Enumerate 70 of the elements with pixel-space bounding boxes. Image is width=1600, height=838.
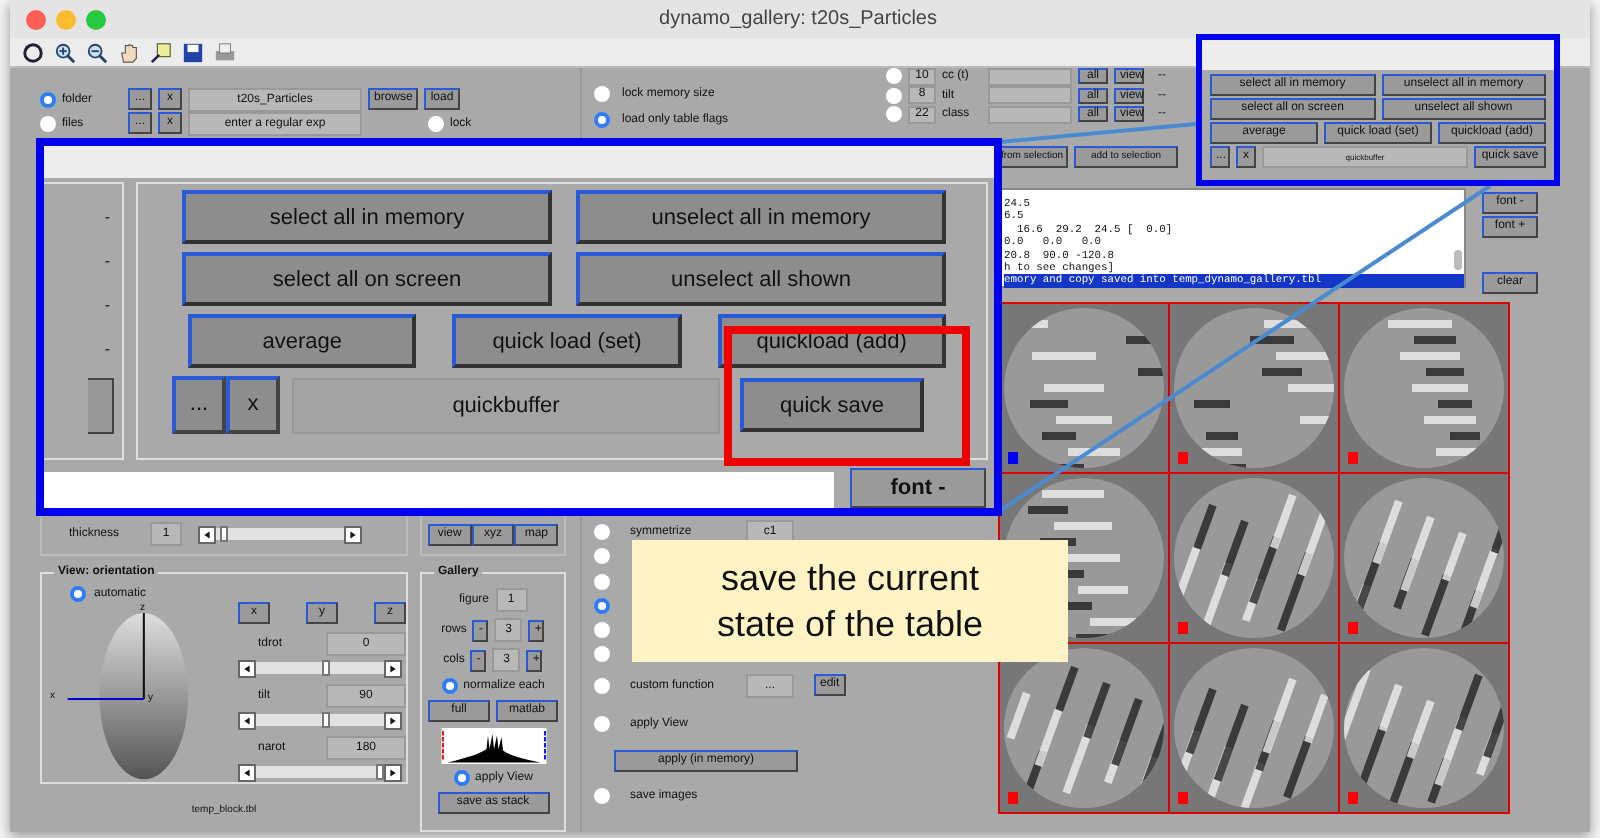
zoom-in-icon[interactable] xyxy=(54,41,76,64)
data-cursor-icon[interactable] xyxy=(150,41,172,64)
radio-button[interactable] xyxy=(594,112,610,128)
radio-button[interactable] xyxy=(594,86,610,102)
dash-label: - xyxy=(104,256,110,268)
selection-marker[interactable] xyxy=(1348,452,1358,464)
zoom-out-icon[interactable] xyxy=(86,41,108,64)
zoom-button[interactable] xyxy=(86,9,106,30)
radio-button[interactable] xyxy=(594,524,610,540)
dash-label: - xyxy=(104,212,110,224)
thickness-slider[interactable] xyxy=(198,526,362,542)
buffer-field[interactable]: quickbuffer xyxy=(292,377,720,433)
radio-button[interactable] xyxy=(40,91,56,107)
filter-field[interactable] xyxy=(988,86,1072,104)
close-button[interactable] xyxy=(26,9,46,30)
side-button[interactable] xyxy=(88,378,114,434)
panel-button[interactable]: quick load (set) xyxy=(452,314,682,368)
selection-marker[interactable] xyxy=(1008,792,1018,804)
small-button[interactable]: x xyxy=(226,376,280,434)
panel-button[interactable]: unselect all in memory xyxy=(576,190,946,244)
angle-slider[interactable] xyxy=(238,764,402,780)
panel-button[interactable]: average xyxy=(188,314,417,368)
right-arrow-icon[interactable] xyxy=(384,763,402,781)
quick-save-button[interactable]: quick save xyxy=(740,378,924,432)
radio-button[interactable] xyxy=(886,87,902,103)
dash-label: - xyxy=(104,300,110,312)
filter-field[interactable] xyxy=(988,105,1072,123)
radio-button[interactable] xyxy=(594,548,610,565)
radio-button[interactable] xyxy=(594,597,610,614)
radio-button[interactable] xyxy=(594,573,610,590)
selection-marker[interactable] xyxy=(1178,622,1188,634)
selection-marker[interactable] xyxy=(1178,452,1188,464)
left-arrow-icon[interactable] xyxy=(238,763,256,781)
left-arrow-icon[interactable] xyxy=(238,659,256,677)
radio-button[interactable] xyxy=(594,646,610,663)
radio-button[interactable] xyxy=(70,586,86,602)
radio-button[interactable] xyxy=(594,677,610,694)
angle-slider[interactable] xyxy=(238,660,402,676)
radio-button[interactable] xyxy=(594,716,610,733)
angle-slider[interactable] xyxy=(238,712,402,728)
selection-marker[interactable] xyxy=(1348,792,1358,804)
right-arrow-icon[interactable] xyxy=(344,525,362,543)
right-arrow-icon[interactable] xyxy=(384,659,402,677)
tooltip: save the current state of the table xyxy=(632,540,1068,662)
panel-button[interactable]: unselect all shown xyxy=(576,252,946,306)
left-arrow-icon[interactable] xyxy=(198,525,216,543)
small-button[interactable]: ... xyxy=(172,376,226,434)
radio-button[interactable] xyxy=(594,787,610,804)
left-arrow-icon[interactable] xyxy=(238,711,256,729)
hand-icon[interactable] xyxy=(118,41,140,64)
window-title: dynamo_gallery: t20s_Particles xyxy=(657,8,939,31)
radio-button[interactable] xyxy=(594,622,610,639)
panel-button[interactable]: select all on screen xyxy=(182,252,552,306)
right-arrow-icon[interactable] xyxy=(384,711,402,729)
radio-button[interactable] xyxy=(40,115,56,131)
selection-marker[interactable] xyxy=(1348,622,1358,634)
save-icon[interactable] xyxy=(182,41,204,64)
font-button[interactable]: font - xyxy=(850,468,986,508)
radio-button[interactable] xyxy=(453,770,470,786)
selection-marker[interactable] xyxy=(1008,452,1018,464)
radio-button[interactable] xyxy=(886,68,902,84)
minimize-button[interactable] xyxy=(56,9,76,30)
panel-button[interactable]: select all in memory xyxy=(182,190,552,244)
print-icon[interactable] xyxy=(214,41,236,64)
scrollbar[interactable] xyxy=(1454,250,1462,270)
radio-button[interactable] xyxy=(441,678,458,694)
selection-marker[interactable] xyxy=(1178,792,1188,804)
radio-button[interactable] xyxy=(428,115,444,131)
dash-label: - xyxy=(104,344,110,356)
radio-button[interactable] xyxy=(886,106,902,122)
